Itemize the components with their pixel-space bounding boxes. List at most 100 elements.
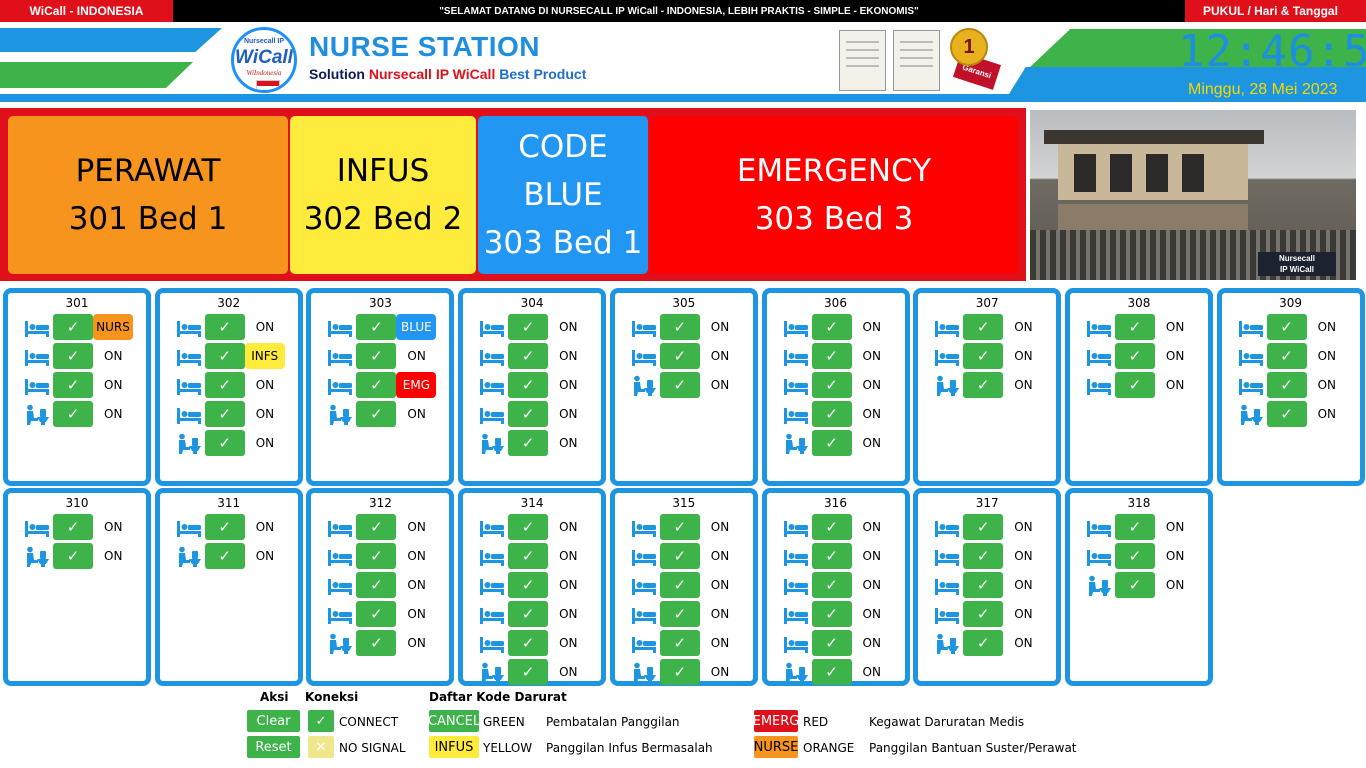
connection-check-button[interactable]: ✓ bbox=[811, 314, 852, 340]
connection-check-button[interactable]: ✓ bbox=[1266, 343, 1307, 369]
bed-row: ✓ ON bbox=[918, 314, 1056, 340]
connection-check-button[interactable]: ✓ bbox=[811, 514, 852, 540]
connection-check-button[interactable]: ✓ bbox=[659, 514, 700, 540]
toilet-icon bbox=[176, 433, 202, 455]
connection-check-button[interactable]: ✓ bbox=[1266, 314, 1307, 340]
connection-check-button[interactable]: ✓ bbox=[53, 543, 93, 569]
connection-check-button[interactable]: ✓ bbox=[356, 630, 397, 656]
connection-check-button[interactable]: ✓ bbox=[356, 372, 397, 398]
connection-check-button[interactable]: ✓ bbox=[1114, 543, 1155, 569]
connection-check-button[interactable]: ✓ bbox=[508, 401, 549, 427]
connection-check-button[interactable]: ✓ bbox=[963, 314, 1004, 340]
alert-location: 302 Bed 2 bbox=[303, 201, 463, 237]
connection-check-button[interactable]: ✓ bbox=[659, 343, 700, 369]
connection-check-button[interactable]: ✓ bbox=[1114, 514, 1155, 540]
connection-check-button[interactable]: ✓ bbox=[508, 601, 549, 627]
connection-check-button[interactable]: ✓ bbox=[1266, 401, 1307, 427]
code-red-desc: Kegawat Daruratan Medis bbox=[869, 715, 1025, 729]
bed-status: ON bbox=[710, 349, 730, 363]
bed-status: ON bbox=[862, 665, 881, 679]
connection-check-button[interactable]: ✓ bbox=[356, 514, 397, 540]
connection-check-button[interactable]: ✓ bbox=[204, 514, 245, 540]
header-stripe-blue bbox=[0, 28, 222, 52]
connection-check-button[interactable]: ✓ bbox=[1266, 372, 1307, 398]
connection-check-button[interactable]: ✓ bbox=[963, 572, 1004, 598]
connection-check-button[interactable]: ✓ bbox=[811, 430, 852, 456]
alert-location: 301 Bed 1 bbox=[68, 201, 228, 237]
alert-emergency[interactable]: EMERGENCY 303 Bed 3 bbox=[650, 116, 1018, 274]
connection-check-button[interactable]: ✓ bbox=[659, 630, 700, 656]
connection-check-button[interactable]: ✓ bbox=[811, 572, 852, 598]
connection-check-button[interactable]: ✓ bbox=[963, 343, 1004, 369]
connection-check-button[interactable]: ✓ bbox=[963, 601, 1004, 627]
code-red-name: RED bbox=[803, 715, 829, 729]
alert-perawat[interactable]: PERAWAT 301 Bed 1 bbox=[8, 116, 288, 274]
clear-button[interactable]: Clear bbox=[247, 710, 300, 732]
alert-infus[interactable]: INFUS 302 Bed 2 bbox=[290, 116, 476, 274]
bed-icon bbox=[783, 346, 809, 368]
alert-code-blue[interactable]: CODE BLUE 303 Bed 1 bbox=[478, 116, 648, 274]
connection-check-button[interactable]: ✓ bbox=[204, 401, 245, 427]
connection-check-button[interactable]: ✓ bbox=[1114, 343, 1155, 369]
call-status-badge[interactable]: NURS bbox=[93, 314, 133, 340]
connection-check-button[interactable]: ✓ bbox=[1114, 572, 1155, 598]
connection-check-button[interactable]: ✓ bbox=[963, 514, 1004, 540]
room-number: 316 bbox=[824, 496, 847, 510]
connection-check-button[interactable]: ✓ bbox=[356, 543, 397, 569]
connection-check-button[interactable]: ✓ bbox=[204, 343, 245, 369]
connection-check-button[interactable]: ✓ bbox=[53, 314, 93, 340]
connection-check-button[interactable]: ✓ bbox=[508, 572, 549, 598]
connection-check-button[interactable]: ✓ bbox=[204, 430, 245, 456]
connection-check-button[interactable]: ✓ bbox=[204, 372, 245, 398]
connection-check-button[interactable]: ✓ bbox=[508, 514, 549, 540]
bed-row: ✓ ON bbox=[918, 601, 1056, 627]
connection-check-button[interactable]: ✓ bbox=[811, 601, 852, 627]
connection-check-button[interactable]: ✓ bbox=[508, 659, 549, 685]
connection-check-button[interactable]: ✓ bbox=[659, 372, 700, 398]
connection-check-button[interactable]: ✓ bbox=[659, 543, 700, 569]
connection-check-button[interactable]: ✓ bbox=[811, 659, 852, 685]
connection-check-button[interactable]: ✓ bbox=[811, 630, 852, 656]
connection-check-button[interactable]: ✓ bbox=[963, 630, 1004, 656]
connection-check-button[interactable]: ✓ bbox=[356, 343, 397, 369]
connection-check-button[interactable]: ✓ bbox=[659, 601, 700, 627]
connection-check-button[interactable]: ✓ bbox=[508, 543, 549, 569]
connection-check-button[interactable]: ✓ bbox=[811, 372, 852, 398]
connection-check-button[interactable]: ✓ bbox=[659, 314, 700, 340]
connection-check-button[interactable]: ✓ bbox=[356, 572, 397, 598]
bed-icon bbox=[934, 317, 960, 339]
reset-button[interactable]: Reset bbox=[247, 736, 300, 758]
bed-row: ✓ ON bbox=[1222, 314, 1360, 340]
connection-check-button[interactable]: ✓ bbox=[811, 343, 852, 369]
connection-check-button[interactable]: ✓ bbox=[508, 314, 549, 340]
connection-check-button[interactable]: ✓ bbox=[659, 572, 700, 598]
connection-check-button[interactable]: ✓ bbox=[53, 401, 93, 427]
connection-check-button[interactable]: ✓ bbox=[1114, 314, 1155, 340]
connection-check-button[interactable]: ✓ bbox=[356, 601, 397, 627]
connection-check-button[interactable]: ✓ bbox=[53, 343, 93, 369]
call-status-badge[interactable]: EMG bbox=[396, 372, 437, 398]
call-status-badge[interactable]: BLUE bbox=[396, 314, 437, 340]
bed-row: ✓ EMG bbox=[311, 372, 449, 398]
connection-check-button[interactable]: ✓ bbox=[204, 543, 245, 569]
connection-check-button[interactable]: ✓ bbox=[659, 659, 700, 685]
connection-check-button[interactable]: ✓ bbox=[508, 430, 549, 456]
bed-icon bbox=[479, 346, 505, 368]
connection-check-button[interactable]: ✓ bbox=[508, 343, 549, 369]
connection-check-button[interactable]: ✓ bbox=[963, 543, 1004, 569]
connection-check-button[interactable]: ✓ bbox=[963, 372, 1004, 398]
connection-check-button[interactable]: ✓ bbox=[53, 372, 93, 398]
connection-check-button[interactable]: ✓ bbox=[811, 543, 852, 569]
connection-check-button[interactable]: ✓ bbox=[53, 514, 93, 540]
connection-check-button[interactable]: ✓ bbox=[204, 314, 245, 340]
connection-check-button[interactable]: ✓ bbox=[356, 401, 397, 427]
connection-check-button[interactable]: ✓ bbox=[356, 314, 397, 340]
bed-row: ✓ ON bbox=[918, 343, 1056, 369]
connection-check-button[interactable]: ✓ bbox=[508, 630, 549, 656]
connection-check-button[interactable]: ✓ bbox=[811, 401, 852, 427]
connection-check-button[interactable]: ✓ bbox=[1114, 372, 1155, 398]
call-status-badge[interactable]: INFS bbox=[244, 343, 285, 369]
connection-check-button[interactable]: ✓ bbox=[508, 372, 549, 398]
room-number: 312 bbox=[368, 496, 392, 510]
code-infus-badge: INFUS bbox=[429, 736, 479, 758]
